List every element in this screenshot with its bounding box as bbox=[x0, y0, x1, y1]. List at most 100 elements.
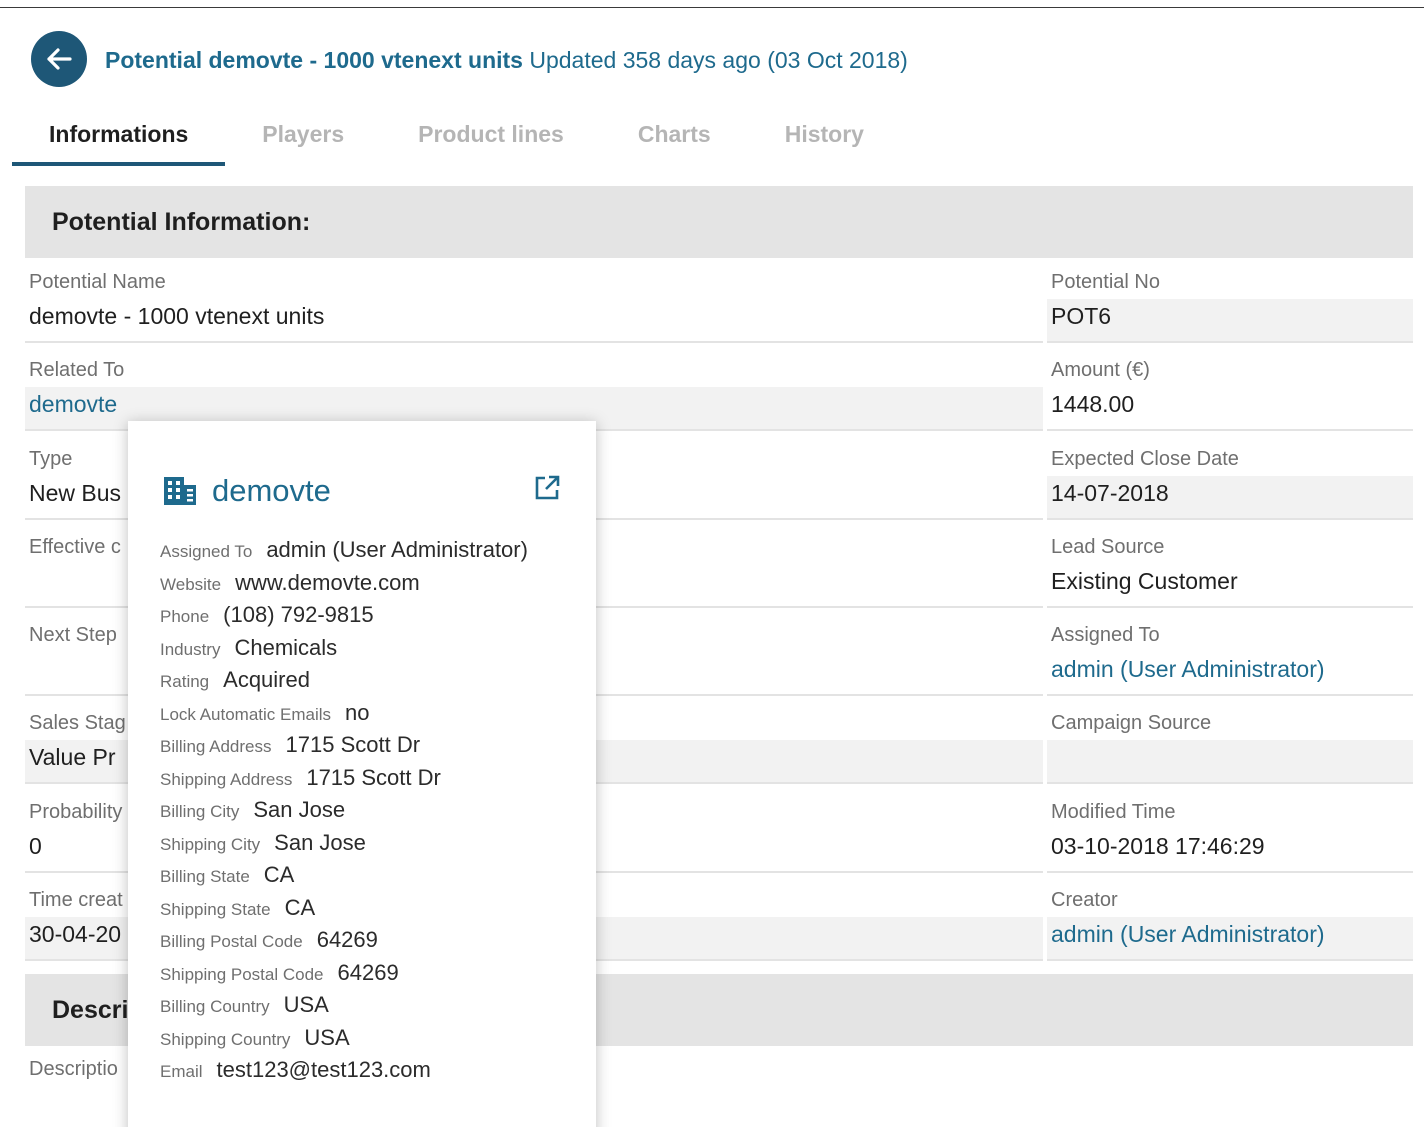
field-creator: Creator admin (User Administrator) bbox=[1047, 875, 1413, 963]
popover-row: Billing Country USA bbox=[160, 989, 528, 1022]
popover-row: Rating Acquired bbox=[160, 664, 528, 697]
field-campaign-source: Campaign Source bbox=[1047, 698, 1413, 786]
popover-value: (108) 792-9815 bbox=[223, 602, 374, 627]
popover-header: demovte bbox=[162, 473, 331, 509]
popover-value: admin (User Administrator) bbox=[266, 537, 528, 562]
popover-key: Shipping Address bbox=[160, 769, 293, 789]
popover-key: Shipping City bbox=[160, 834, 261, 854]
field-value[interactable]: Existing Customer bbox=[1047, 564, 1413, 608]
field-label: Potential Name bbox=[29, 271, 166, 293]
popover-value: USA bbox=[304, 1024, 350, 1050]
popover-value: 64269 bbox=[316, 927, 378, 952]
popover-key: Lock Automatic Emails bbox=[160, 704, 332, 724]
popover-value: www.demovte.com bbox=[235, 569, 420, 595]
popover-key: Phone bbox=[160, 607, 210, 626]
popover-value: 1715 Scott Dr bbox=[306, 764, 441, 790]
popover-row: Shipping Country USA bbox=[160, 1022, 528, 1055]
tab-charts[interactable]: Charts bbox=[601, 108, 748, 166]
popover-key: Website bbox=[160, 574, 222, 594]
updated-text: Updated 358 days ago (03 Oct 2018) bbox=[529, 47, 908, 73]
field-label: Creator bbox=[1051, 889, 1118, 911]
popover-row: Billing City San Jose bbox=[160, 794, 528, 827]
field-value[interactable] bbox=[1047, 740, 1413, 784]
popover-key: Billing Postal Code bbox=[160, 932, 303, 951]
popover-row: Lock Automatic Emails no bbox=[160, 697, 528, 730]
description-label: Descriptio bbox=[29, 1058, 118, 1080]
field-amount: Amount (€) 1448.00 bbox=[1047, 345, 1413, 433]
popover-row: Billing State CA bbox=[160, 859, 528, 892]
creator-link[interactable]: admin (User Administrator) bbox=[1047, 917, 1413, 961]
field-value[interactable]: 14-07-2018 bbox=[1047, 476, 1413, 520]
popover-value: USA bbox=[283, 992, 329, 1017]
popover-key: Shipping Postal Code bbox=[160, 964, 324, 984]
popover-details: Assigned To admin (User Administrator) We… bbox=[160, 534, 528, 1087]
popover-key: Shipping Country bbox=[160, 1029, 291, 1049]
field-modified-time: Modified Time 03-10-2018 17:46:29 bbox=[1047, 787, 1413, 875]
popover-value: Acquired bbox=[223, 667, 310, 692]
back-button[interactable] bbox=[31, 31, 87, 87]
tab-bar: Informations Players Product lines Chart… bbox=[12, 108, 901, 166]
field-label: Effective c bbox=[29, 536, 121, 558]
field-assigned-to: Assigned To admin (User Administrator) bbox=[1047, 610, 1413, 698]
field-potential-name: Potential Name demovte - 1000 vtenext un… bbox=[25, 257, 1043, 345]
field-value[interactable]: 03-10-2018 17:46:29 bbox=[1047, 829, 1413, 873]
tab-product-lines[interactable]: Product lines bbox=[381, 108, 601, 166]
popover-row: Billing Postal Code 64269 bbox=[160, 924, 528, 957]
popover-row: Industry Chemicals bbox=[160, 632, 528, 665]
popover-key: Industry bbox=[160, 639, 221, 659]
popover-value: 64269 bbox=[337, 959, 399, 985]
popover-value: CA bbox=[284, 894, 316, 920]
popover-value: Chemicals bbox=[234, 634, 338, 660]
field-lead-source: Lead Source Existing Customer bbox=[1047, 522, 1413, 610]
field-label: Campaign Source bbox=[1051, 712, 1212, 734]
field-label: Related To bbox=[29, 359, 125, 381]
popover-key: Billing City bbox=[160, 802, 240, 821]
field-label: Next Step bbox=[29, 624, 117, 646]
field-potential-no: Potential No POT6 bbox=[1047, 257, 1413, 345]
popover-value: CA bbox=[263, 862, 295, 887]
popover-key: Billing State bbox=[160, 867, 250, 886]
assigned-to-link[interactable]: admin (User Administrator) bbox=[1047, 652, 1413, 696]
popover-value: San Jose bbox=[274, 829, 366, 855]
field-label: Amount (€) bbox=[1051, 359, 1150, 381]
building-icon bbox=[164, 477, 196, 505]
arrow-left-icon bbox=[47, 48, 72, 70]
popover-key: Billing Address bbox=[160, 737, 272, 756]
popover-row: Shipping City San Jose bbox=[160, 827, 528, 860]
field-label: Expected Close Date bbox=[1051, 448, 1239, 470]
popover-row: Billing Address 1715 Scott Dr bbox=[160, 729, 528, 762]
section-potential-information: Potential Information: bbox=[25, 186, 1413, 258]
popover-value: no bbox=[345, 699, 370, 725]
tab-informations[interactable]: Informations bbox=[12, 108, 226, 166]
popover-row: Shipping Postal Code 64269 bbox=[160, 957, 528, 990]
related-record-popover: demovte Assigned To admin (User Administr… bbox=[128, 421, 596, 1127]
field-label: Modified Time bbox=[1051, 801, 1176, 823]
field-label: Time creat bbox=[29, 889, 123, 911]
field-value[interactable]: demovte - 1000 vtenext units bbox=[25, 299, 1043, 343]
field-label: Type bbox=[29, 448, 73, 470]
popover-row: Shipping Address 1715 Scott Dr bbox=[160, 762, 528, 795]
field-label: Probability bbox=[29, 801, 123, 823]
field-expected-close-date: Expected Close Date 14-07-2018 bbox=[1047, 434, 1413, 522]
popover-key: Rating bbox=[160, 672, 210, 691]
field-label: Assigned To bbox=[1051, 624, 1160, 646]
field-value[interactable]: 1448.00 bbox=[1047, 387, 1413, 431]
field-label: Lead Source bbox=[1051, 536, 1165, 558]
popover-row: Assigned To admin (User Administrator) bbox=[160, 534, 528, 567]
popover-row: Email test123@test123.com bbox=[160, 1054, 528, 1087]
field-value[interactable]: POT6 bbox=[1047, 299, 1413, 343]
tab-history[interactable]: History bbox=[748, 108, 901, 166]
popover-title[interactable]: demovte bbox=[212, 473, 331, 509]
popover-key: Assigned To bbox=[160, 542, 253, 561]
top-divider bbox=[0, 7, 1424, 8]
popover-value: test123@test123.com bbox=[216, 1057, 431, 1082]
popover-key: Email bbox=[160, 1062, 203, 1081]
popover-value: 1715 Scott Dr bbox=[285, 732, 421, 757]
open-external-icon[interactable] bbox=[533, 474, 561, 502]
popover-value: San Jose bbox=[253, 797, 346, 822]
tab-players[interactable]: Players bbox=[225, 108, 381, 166]
popover-row: Website www.demovte.com bbox=[160, 567, 528, 600]
record-title: Potential demovte - 1000 vtenext units U… bbox=[105, 45, 908, 75]
field-related-to: Related To demovte bbox=[25, 345, 1043, 433]
popover-key: Shipping State bbox=[160, 899, 271, 919]
